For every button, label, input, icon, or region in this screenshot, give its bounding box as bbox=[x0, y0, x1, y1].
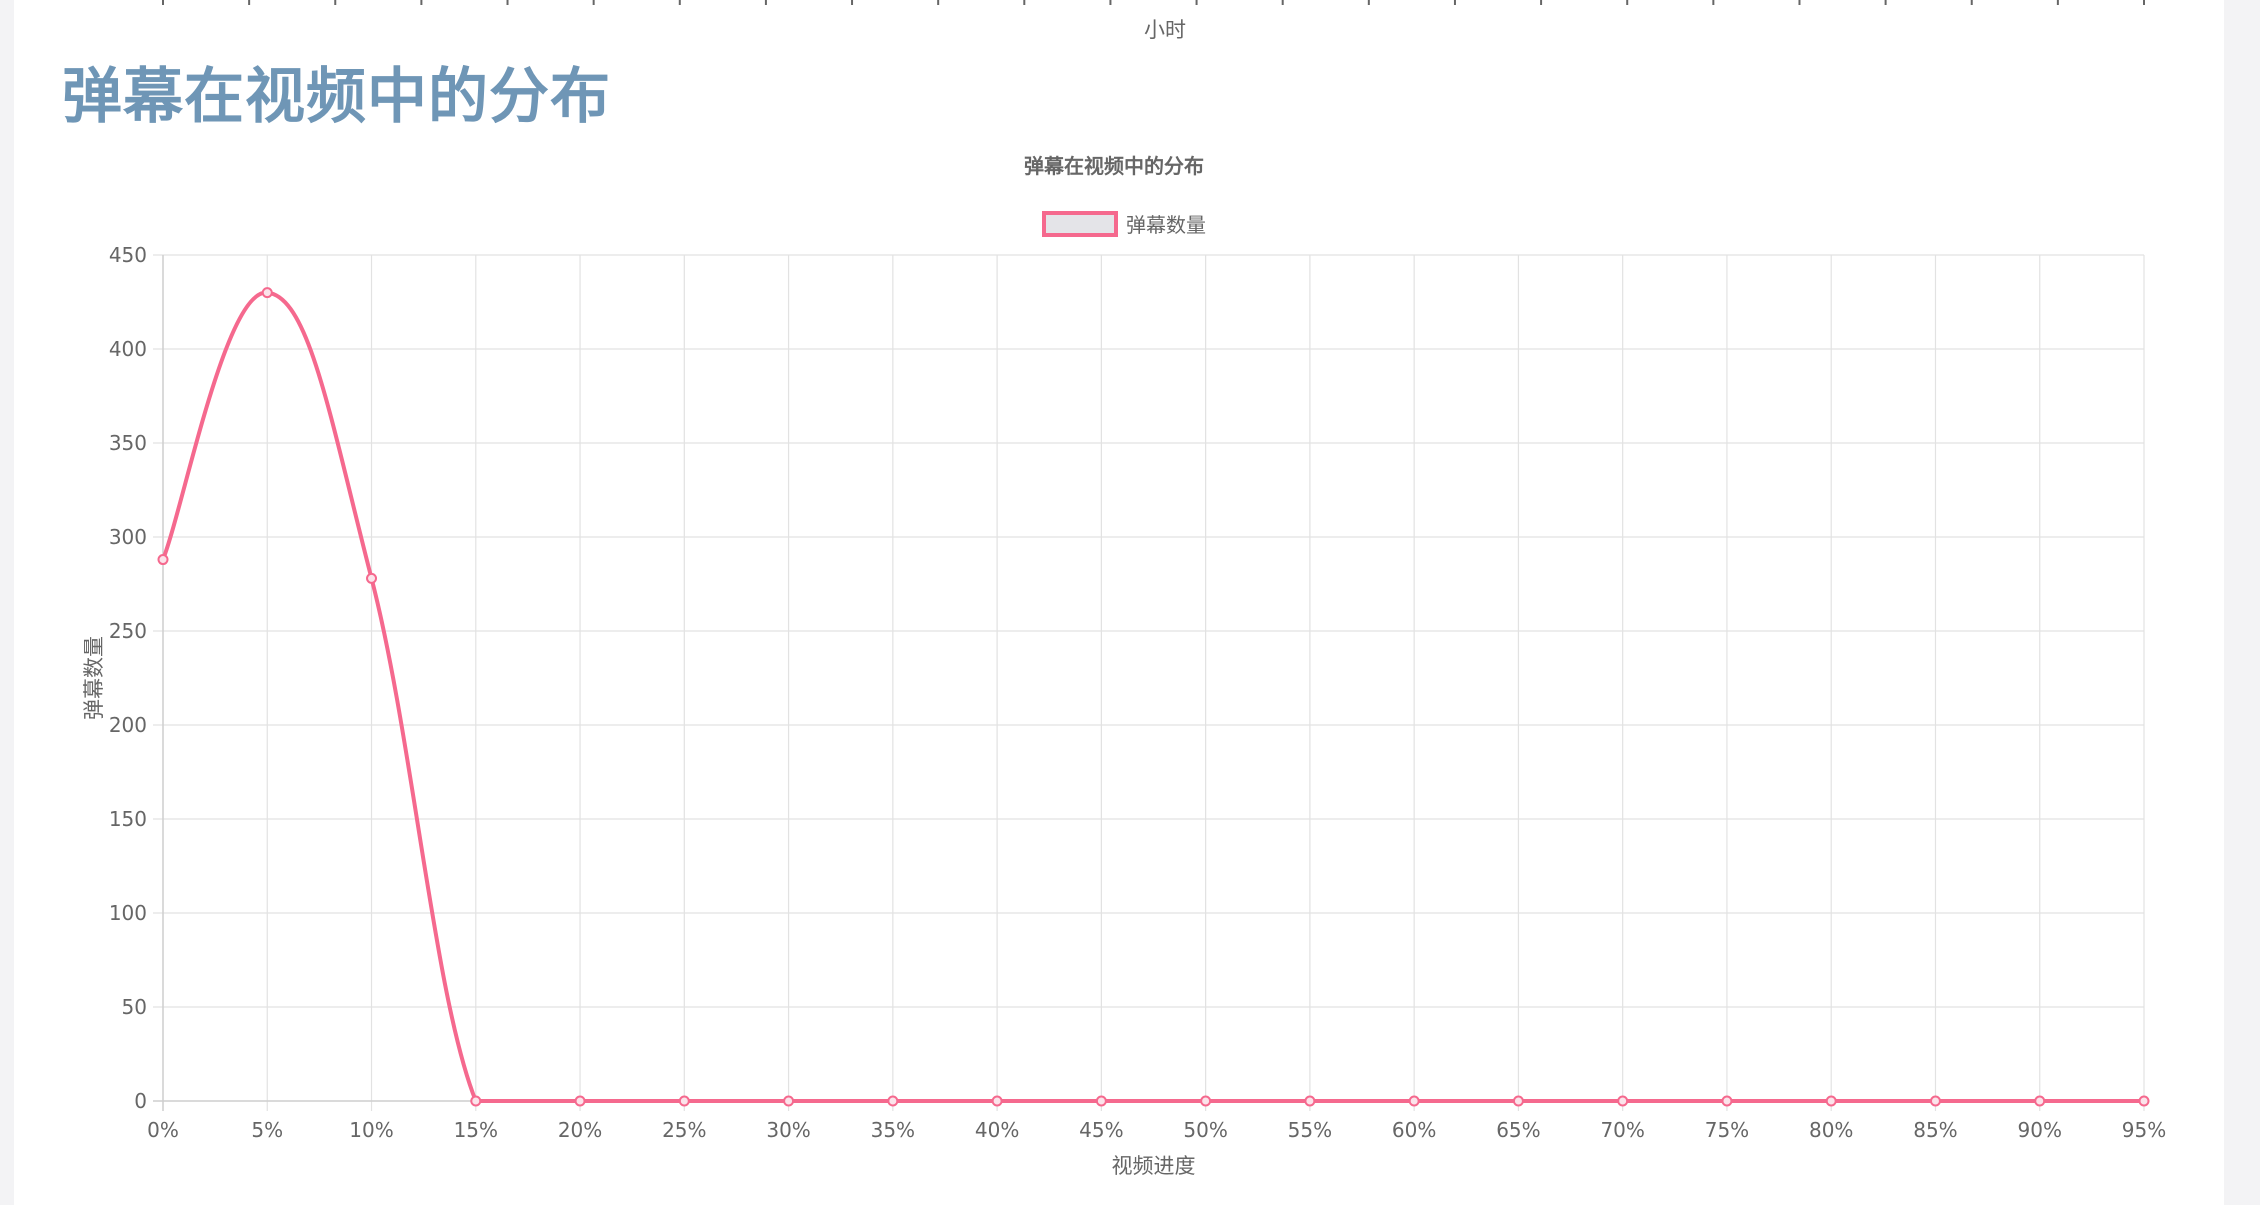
x-tick-label: 85% bbox=[1913, 1118, 1957, 1142]
data-point bbox=[2138, 1095, 2150, 1107]
x-tick-label: 40% bbox=[975, 1118, 1019, 1142]
data-point bbox=[1721, 1095, 1733, 1107]
y-tick-label: 100 bbox=[109, 901, 147, 925]
y-tick-label: 0 bbox=[134, 1089, 147, 1113]
legend-label[interactable]: 弹幕数量 bbox=[1126, 213, 1206, 237]
x-tick-label: 75% bbox=[1705, 1118, 1749, 1142]
x-tick-label: 60% bbox=[1392, 1118, 1436, 1142]
data-point bbox=[157, 554, 169, 566]
data-point bbox=[574, 1095, 586, 1107]
data-point bbox=[1200, 1095, 1212, 1107]
x-tick-label: 30% bbox=[766, 1118, 810, 1142]
x-tick-label: 95% bbox=[2122, 1118, 2166, 1142]
data-point bbox=[1512, 1095, 1524, 1107]
data-point bbox=[1825, 1095, 1837, 1107]
series-line bbox=[161, 290, 2144, 1103]
x-tick-label: 15% bbox=[454, 1118, 498, 1142]
legend[interactable]: 弹幕数量 bbox=[1042, 211, 1206, 237]
x-tick-label: 10% bbox=[349, 1118, 393, 1142]
data-point bbox=[887, 1095, 899, 1107]
series-group bbox=[157, 287, 2150, 1107]
data-point bbox=[678, 1095, 690, 1107]
y-tick-label: 350 bbox=[109, 431, 147, 455]
x-axis-title: 视频进度 bbox=[1112, 1154, 1196, 1178]
chart-title: 弹幕在视频中的分布 bbox=[1024, 154, 1204, 178]
x-tick-label: 0% bbox=[147, 1118, 179, 1142]
data-point bbox=[366, 572, 378, 584]
x-tick-label: 65% bbox=[1496, 1118, 1540, 1142]
line-chart: 0 50 100 150 200 250 300 350 400 450 0% 5% 10% 15% 20… bbox=[82, 154, 2166, 1178]
data-point bbox=[1304, 1095, 1316, 1107]
y-tick-label: 400 bbox=[109, 337, 147, 361]
x-tick-label: 80% bbox=[1809, 1118, 1853, 1142]
y-tick-label: 300 bbox=[109, 525, 147, 549]
data-point bbox=[1929, 1095, 1941, 1107]
x-tick-label: 35% bbox=[871, 1118, 915, 1142]
legend-swatch[interactable] bbox=[1042, 211, 1118, 237]
y-axis-title: 弹幕数量 bbox=[82, 636, 106, 720]
x-tick-label: 55% bbox=[1288, 1118, 1332, 1142]
chart-card: 小时 弹幕在视频中的分布 0 50 100 150 200 250 300 350 400 450… bbox=[14, 0, 2224, 1205]
x-tick-label: 45% bbox=[1079, 1118, 1123, 1142]
x-tick-label: 70% bbox=[1600, 1118, 1644, 1142]
x-tick-label: 20% bbox=[558, 1118, 602, 1142]
data-point bbox=[1408, 1095, 1420, 1107]
data-point bbox=[261, 287, 273, 299]
y-tick-label: 50 bbox=[122, 995, 147, 1019]
data-point bbox=[1095, 1095, 1107, 1107]
chart-grid bbox=[153, 254, 2145, 1111]
y-tick-label: 450 bbox=[109, 243, 147, 267]
y-tick-label: 200 bbox=[109, 713, 147, 737]
y-tick-label: 250 bbox=[109, 619, 147, 643]
x-tick-label: 50% bbox=[1183, 1118, 1227, 1142]
y-axis-ticks: 0 50 100 150 200 250 300 350 400 450 bbox=[109, 243, 147, 1113]
data-point bbox=[783, 1095, 795, 1107]
data-point bbox=[2034, 1095, 2046, 1107]
x-tick-label: 5% bbox=[251, 1118, 283, 1142]
x-tick-label: 25% bbox=[662, 1118, 706, 1142]
x-tick-label: 90% bbox=[2018, 1118, 2062, 1142]
data-point bbox=[470, 1095, 482, 1107]
data-point bbox=[1617, 1095, 1629, 1107]
y-tick-label: 150 bbox=[109, 807, 147, 831]
data-point bbox=[991, 1095, 1003, 1107]
x-axis-ticks: 0% 5% 10% 15% 20% 25% 30% 35% 40% 45% 50% 55% 60% 65%… bbox=[147, 1118, 2166, 1142]
